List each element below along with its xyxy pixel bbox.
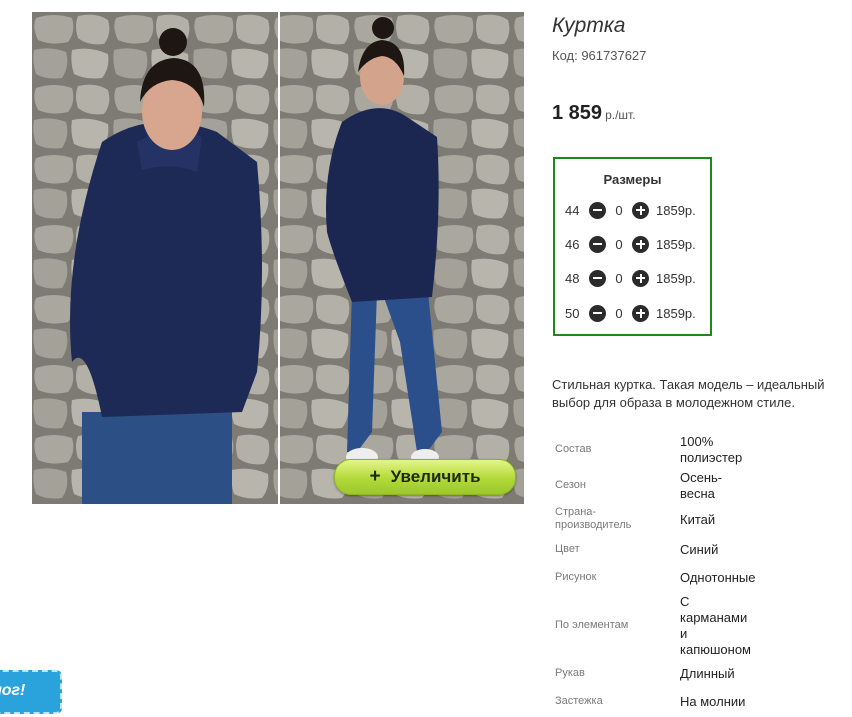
- size-row: 44 0 1859р.: [565, 200, 696, 220]
- size-row: 50 0 1859р.: [565, 303, 696, 323]
- property-value: Осень- весна: [680, 470, 723, 501]
- size-price: 1859р.: [656, 305, 696, 321]
- size-label: 44: [565, 202, 580, 218]
- zoom-button-label: Увеличить: [390, 467, 481, 486]
- decrease-icon[interactable]: [589, 201, 606, 219]
- property-value: Однотонные: [680, 570, 756, 585]
- property-label: Состав: [555, 443, 592, 455]
- property-value: На молнии: [680, 694, 746, 709]
- property-label: Цвет: [555, 543, 580, 555]
- catalog-tab-label: лог!: [0, 682, 26, 699]
- size-price: 1859р.: [656, 236, 696, 252]
- product-price: 1 859 р./шт.: [552, 102, 636, 125]
- quantity-value[interactable]: 0: [606, 203, 632, 218]
- quantity-value[interactable]: 0: [606, 306, 632, 321]
- increase-icon[interactable]: [632, 269, 649, 287]
- quantity-value[interactable]: 0: [606, 237, 632, 252]
- size-row: 46 0 1859р.: [565, 234, 696, 254]
- decrease-icon[interactable]: [589, 304, 606, 322]
- property-label: Сезон: [555, 479, 586, 491]
- catalog-tab[interactable]: лог!: [0, 670, 62, 714]
- property-value: Синий: [680, 542, 719, 557]
- property-label: Рукав: [555, 667, 585, 679]
- decrease-icon[interactable]: [589, 235, 606, 253]
- property-label: Застежка: [555, 695, 603, 707]
- sizes-panel: Размеры 44 0 1859р. 46 0 1859р. 48 0 185…: [553, 157, 712, 336]
- increase-icon[interactable]: [632, 304, 649, 322]
- product-description: Стильная куртка. Такая модель – идеальны…: [552, 377, 825, 410]
- size-label: 46: [565, 236, 580, 252]
- property-value: Китай: [680, 512, 716, 527]
- property-value: 100% полиэстер: [680, 434, 743, 465]
- price-unit: р./шт.: [605, 108, 636, 122]
- zoom-button[interactable]: + Увеличить: [334, 459, 516, 495]
- increase-icon[interactable]: [632, 201, 649, 219]
- property-label: Страна- производитель: [555, 506, 632, 531]
- property-value: С карманами и капюшоном: [680, 594, 751, 657]
- sizes-title: Размеры: [603, 172, 662, 187]
- price-value: 1 859: [552, 102, 603, 124]
- product-code: Код: 961737627: [552, 48, 647, 63]
- property-value: Длинный: [680, 666, 735, 681]
- quantity-value[interactable]: 0: [606, 271, 632, 286]
- size-row: 48 0 1859р.: [565, 268, 696, 288]
- property-label: По элементам: [555, 619, 629, 631]
- size-price: 1859р.: [656, 202, 696, 218]
- product-title: Куртка: [552, 14, 626, 37]
- size-price: 1859р.: [656, 270, 696, 286]
- increase-icon[interactable]: [632, 235, 649, 253]
- property-label: Рисунок: [555, 571, 597, 583]
- size-label: 50: [565, 305, 580, 321]
- plus-icon: +: [369, 466, 381, 487]
- size-label: 48: [565, 270, 580, 286]
- decrease-icon[interactable]: [589, 269, 606, 287]
- product-photo[interactable]: + Увеличить: [32, 12, 524, 504]
